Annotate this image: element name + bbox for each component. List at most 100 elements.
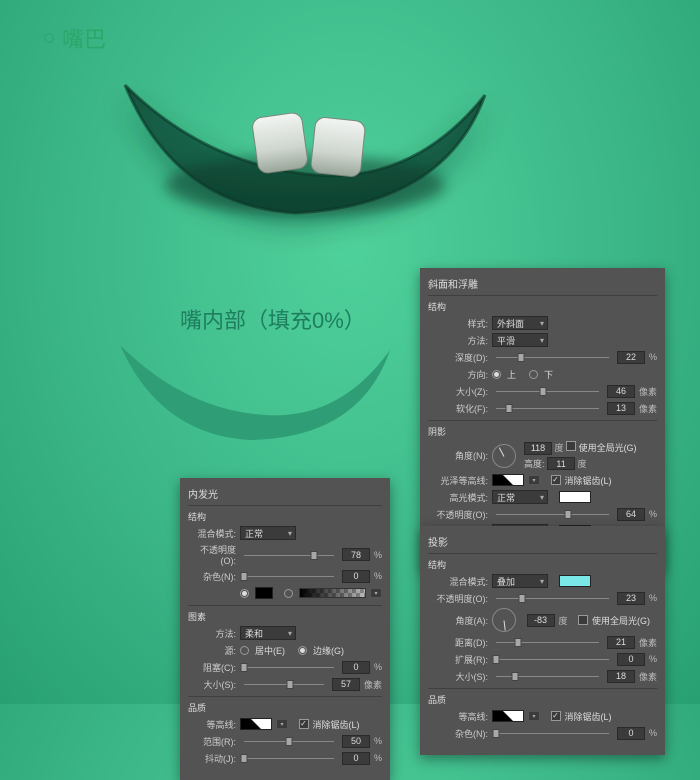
technique-select[interactable]: 平滑: [492, 333, 548, 347]
shadow-color-swatch[interactable]: [559, 575, 591, 587]
angle-label: 角度(N):: [428, 449, 488, 462]
glow-gradient-radio[interactable]: [284, 589, 293, 598]
group-structure-label: 结构: [428, 558, 657, 571]
group-structure-label: 结构: [188, 510, 382, 523]
panel-header: 斜面和浮雕: [428, 276, 657, 291]
technique-select[interactable]: 柔和: [240, 626, 296, 640]
highlight-opacity-value[interactable]: 64: [617, 508, 645, 521]
mouth-flat-shape: [115, 320, 395, 450]
opacity-slider[interactable]: [496, 594, 609, 602]
contour-picker[interactable]: [492, 710, 524, 722]
choke-value[interactable]: 0: [342, 661, 370, 674]
size-slider[interactable]: [496, 387, 599, 395]
spread-value[interactable]: 0: [617, 653, 645, 666]
choke-slider[interactable]: [244, 663, 334, 671]
group-elements-label: 图素: [188, 610, 382, 623]
opacity-label: 不透明度(O):: [188, 543, 236, 566]
mouth-rendered: [115, 55, 495, 230]
range-slider[interactable]: [244, 737, 334, 745]
noise-slider[interactable]: [496, 729, 609, 737]
range-value[interactable]: 50: [342, 735, 370, 748]
depth-label: 深度(D):: [428, 351, 488, 364]
jitter-label: 抖动(J):: [188, 752, 236, 765]
source-center-radio[interactable]: [240, 646, 249, 655]
size-label: 大小(Z):: [428, 385, 488, 398]
highlight-opacity-label: 不透明度(O):: [428, 508, 488, 521]
noise-value[interactable]: 0: [342, 570, 370, 583]
soften-label: 软化(F):: [428, 402, 488, 415]
glow-gradient-dropdown[interactable]: [370, 588, 382, 598]
direction-label: 方向:: [428, 368, 488, 381]
panel-header: 内发光: [188, 486, 382, 501]
angle-value[interactable]: 118: [524, 442, 552, 455]
angle-dial[interactable]: [492, 444, 516, 468]
contour-picker[interactable]: [240, 718, 272, 730]
contour-dropdown[interactable]: [276, 719, 288, 729]
highlight-mode-label: 高光模式:: [428, 491, 488, 504]
style-label: 样式:: [428, 317, 488, 330]
technique-label: 方法:: [188, 627, 236, 640]
group-quality-label: 品质: [428, 693, 657, 706]
gloss-contour-picker[interactable]: [492, 474, 524, 486]
angle-label: 角度(A):: [428, 614, 488, 627]
noise-slider[interactable]: [244, 572, 334, 580]
size-value[interactable]: 46: [607, 385, 635, 398]
blend-mode-label: 混合模式:: [428, 575, 488, 588]
altitude-value[interactable]: 11: [547, 457, 575, 470]
source-edge-radio[interactable]: [298, 646, 307, 655]
technique-label: 方法:: [428, 334, 488, 347]
contour-dropdown[interactable]: [528, 711, 540, 721]
angle-dial[interactable]: [492, 608, 516, 632]
size-slider[interactable]: [496, 672, 599, 680]
highlight-color-swatch[interactable]: [559, 491, 591, 503]
size-value[interactable]: 57: [332, 678, 360, 691]
opacity-value[interactable]: 78: [342, 548, 370, 561]
soften-slider[interactable]: [496, 404, 599, 412]
panel-inner-glow: 内发光 结构 混合模式:正常 不透明度(O):78% 杂色(N):0% 图素 方…: [180, 478, 390, 780]
glow-gradient-bar[interactable]: [299, 588, 366, 598]
antialias-checkbox[interactable]: [299, 719, 309, 729]
glow-color-swatch[interactable]: [255, 587, 273, 599]
soften-value[interactable]: 13: [607, 402, 635, 415]
highlight-opacity-slider[interactable]: [496, 510, 609, 518]
dir-down-radio[interactable]: [529, 370, 538, 379]
spread-slider[interactable]: [496, 655, 609, 663]
gloss-contour-dropdown[interactable]: [528, 475, 540, 485]
dir-up-radio[interactable]: [492, 370, 501, 379]
opacity-label: 不透明度(O):: [428, 592, 488, 605]
contour-label: 等高线:: [428, 710, 488, 723]
style-select[interactable]: 外斜面: [492, 316, 548, 330]
panel-drop-shadow: 投影 结构 混合模式:叠加 不透明度(O):23% 角度(A): -83度 使用…: [420, 526, 665, 755]
noise-value[interactable]: 0: [617, 727, 645, 740]
range-label: 范围(R):: [188, 735, 236, 748]
size-slider[interactable]: [244, 680, 324, 688]
title-text: 嘴巴: [62, 22, 106, 54]
depth-slider[interactable]: [496, 353, 609, 361]
antialias-checkbox[interactable]: [551, 475, 561, 485]
size-label: 大小(S):: [188, 678, 236, 691]
blend-mode-select[interactable]: 叠加: [492, 574, 548, 588]
page-title: 嘴巴: [44, 22, 106, 54]
depth-value[interactable]: 22: [617, 351, 645, 364]
glow-color-radio[interactable]: [240, 589, 249, 598]
group-structure-label: 结构: [428, 300, 657, 313]
distance-label: 距离(D):: [428, 636, 488, 649]
opacity-slider[interactable]: [244, 551, 334, 559]
blend-mode-select[interactable]: 正常: [240, 526, 296, 540]
global-light-checkbox[interactable]: [578, 615, 588, 625]
opacity-value[interactable]: 23: [617, 592, 645, 605]
noise-label: 杂色(N):: [428, 727, 488, 740]
spread-label: 扩展(R):: [428, 653, 488, 666]
global-light-checkbox[interactable]: [566, 441, 576, 451]
highlight-mode-select[interactable]: 正常: [492, 490, 548, 504]
angle-value[interactable]: -83: [527, 614, 555, 627]
size-label: 大小(S):: [428, 670, 488, 683]
distance-value[interactable]: 21: [607, 636, 635, 649]
jitter-slider[interactable]: [244, 754, 334, 762]
panel-header: 投影: [428, 534, 657, 549]
jitter-value[interactable]: 0: [342, 752, 370, 765]
group-shading-label: 阴影: [428, 425, 657, 438]
distance-slider[interactable]: [496, 638, 599, 646]
size-value[interactable]: 18: [607, 670, 635, 683]
antialias-checkbox[interactable]: [551, 711, 561, 721]
